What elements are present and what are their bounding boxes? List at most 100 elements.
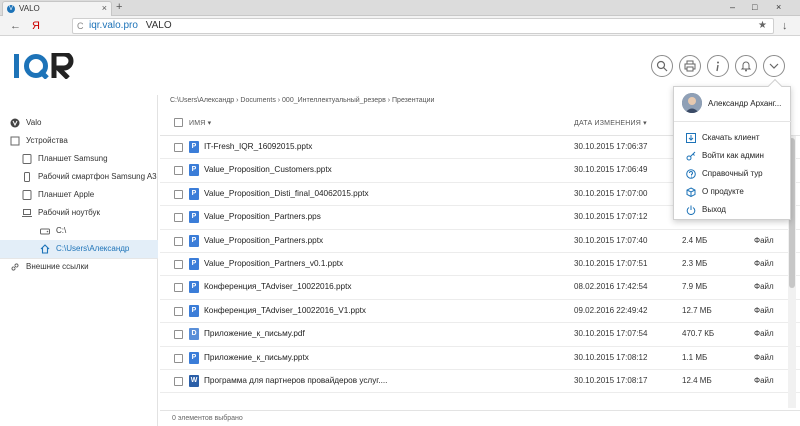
sidebar-item-label: Планшет Samsung — [38, 154, 108, 163]
info-button[interactable] — [707, 55, 729, 77]
table-row[interactable]: Приложение_к_письму.pptx 30.10.2015 17:08… — [160, 347, 800, 370]
table-row[interactable]: Конференция_TAdviser_10022016_V1.pptx 09.… — [160, 300, 800, 324]
row-checkbox[interactable] — [174, 377, 183, 386]
yandex-button[interactable]: Я — [32, 18, 40, 34]
file-size: 2.4 МБ — [682, 235, 708, 245]
close-tab-icon[interactable]: × — [102, 2, 107, 15]
sidebar-item-label: Рабочий ноутбук — [38, 208, 101, 217]
user-dropdown-menu: Александр Арханг... Скачать клиент Войти… — [673, 78, 792, 220]
menu-item-about[interactable]: О продукте — [674, 183, 792, 201]
file-icon — [189, 351, 199, 364]
file-name[interactable]: Конференция_TAdviser_10022016.pptx — [204, 282, 351, 291]
row-checkbox[interactable] — [174, 236, 183, 246]
sidebar-item-work-laptop[interactable]: Рабочий ноутбук — [0, 204, 158, 222]
browser-nav-bar: ← Я C iqr.valo.pro VALO ★ ↓ — [0, 16, 800, 36]
phone-icon — [24, 172, 30, 182]
file-name[interactable]: Приложение_к_письму.pdf — [204, 329, 305, 338]
devices-icon — [10, 136, 20, 146]
file-name[interactable]: Конференция_TAdviser_10022016_V1.pptx — [204, 306, 366, 315]
close-window-button[interactable]: × — [776, 0, 781, 15]
table-row[interactable]: Программа для партнеров провайдеров услу… — [160, 370, 800, 394]
browser-tab[interactable]: V VALO × — [2, 1, 112, 16]
file-name[interactable]: Value_Proposition_Partners.pps — [204, 212, 321, 221]
sidebar-item-valo[interactable]: Valo — [0, 114, 158, 132]
user-menu-button[interactable] — [763, 55, 785, 77]
file-size: 7.9 МБ — [682, 282, 708, 292]
status-bar: 0 элементов выбрано — [160, 410, 800, 426]
file-size: 12.7 МБ — [682, 305, 712, 315]
row-checkbox[interactable] — [174, 330, 183, 340]
table-row[interactable]: Value_Proposition_Partners_v0.1.pptx 30.1… — [160, 253, 800, 277]
file-name[interactable]: Value_Proposition_Customers.pptx — [204, 165, 332, 174]
file-date: 30.10.2015 17:07:00 — [574, 188, 648, 198]
minimize-button[interactable]: – — [730, 0, 735, 15]
column-header-date[interactable]: Дата изменения ▾ — [574, 119, 647, 127]
sidebar-item-label: C:\ — [56, 226, 67, 235]
home-icon — [40, 244, 50, 254]
address-bar[interactable]: C iqr.valo.pro VALO ★ — [72, 18, 774, 34]
column-header-name[interactable]: Имя ▾ — [189, 119, 211, 127]
file-icon — [189, 234, 199, 247]
menu-item-login-admin[interactable]: Войти как админ — [674, 147, 792, 165]
user-avatar-icon — [682, 93, 702, 113]
row-checkbox[interactable] — [174, 283, 183, 293]
sidebar-item-external-links[interactable]: Внешние ссылки — [0, 258, 158, 276]
file-type: Файл — [754, 259, 774, 268]
notifications-button[interactable] — [735, 55, 757, 77]
reload-icon[interactable]: C — [77, 19, 84, 33]
maximize-button[interactable]: □ — [752, 0, 757, 15]
address-url: iqr.valo.pro — [89, 20, 138, 31]
sidebar-item-user-folder[interactable]: C:\Users\Александр — [0, 240, 158, 258]
file-size: 12.4 МБ — [682, 376, 712, 385]
menu-item-logout[interactable]: Выход — [674, 201, 792, 219]
file-type: Файл — [754, 235, 774, 245]
row-checkbox[interactable] — [174, 166, 183, 176]
file-icon — [189, 328, 199, 341]
file-name[interactable]: Value_Proposition_Partners_v0.1.pptx — [204, 259, 343, 268]
table-row[interactable]: Value_Proposition_Partners.pptx 30.10.201… — [160, 230, 800, 253]
file-name[interactable]: Приложение_к_письму.pptx — [204, 353, 309, 362]
menu-item-download-client[interactable]: Скачать клиент — [674, 129, 792, 147]
file-date: 30.10.2015 17:07:40 — [574, 235, 648, 245]
row-checkbox[interactable] — [174, 189, 183, 199]
file-name[interactable]: Программа для партнеров провайдеров услу… — [204, 376, 387, 385]
menu-item-help-tour[interactable]: Справочный тур — [674, 165, 792, 183]
bookmark-star-icon[interactable]: ★ — [758, 19, 767, 33]
select-all-checkbox[interactable] — [174, 118, 183, 127]
file-name[interactable]: IT-Fresh_IQR_16092015.pptx — [204, 142, 312, 151]
iqr-logo[interactable] — [14, 53, 84, 79]
breadcrumb[interactable]: C:\Users\Александр › Documents › 000_Инт… — [170, 97, 434, 104]
file-icon — [189, 375, 199, 387]
table-row[interactable]: Конференция_TAdviser_10022016.pptx 08.02.… — [160, 276, 800, 300]
file-date: 30.10.2015 17:07:12 — [574, 212, 648, 222]
sidebar-item-tablet-samsung[interactable]: Планшет Samsung — [0, 150, 158, 168]
file-date: 30.10.2015 17:07:51 — [574, 259, 648, 268]
valo-favicon-icon: V — [7, 5, 15, 13]
sidebar-item-devices[interactable]: Устройства — [0, 132, 158, 150]
sidebar-item-label: Планшет Apple — [38, 190, 95, 199]
new-tab-button[interactable]: + — [116, 0, 122, 15]
file-name[interactable]: Value_Proposition_Partners.pptx — [204, 236, 323, 245]
sidebar-item-phone-samsung[interactable]: Рабочий смартфон Samsung A3 — [0, 168, 158, 186]
file-size: 2.3 МБ — [682, 259, 708, 268]
search-button[interactable] — [651, 55, 673, 77]
user-name: Александр Арханг... — [708, 99, 782, 108]
row-checkbox[interactable] — [174, 143, 183, 152]
file-date: 09.02.2016 22:49:42 — [574, 305, 648, 315]
back-button[interactable]: ← — [10, 18, 21, 34]
browser-tab-title: VALO — [19, 4, 40, 13]
file-name[interactable]: Value_Proposition_Disti_final_04062015.p… — [204, 189, 369, 198]
row-checkbox[interactable] — [174, 213, 183, 223]
file-icon — [189, 304, 199, 317]
download-icon — [686, 133, 696, 143]
address-page-title: VALO — [145, 20, 172, 31]
file-icon — [189, 211, 199, 224]
table-row[interactable]: Приложение_к_письму.pdf 30.10.2015 17:07:… — [160, 323, 800, 347]
downloads-icon[interactable]: ↓ — [782, 18, 788, 34]
row-checkbox[interactable] — [174, 260, 183, 269]
print-button[interactable] — [679, 55, 701, 77]
sidebar-item-drive-c[interactable]: C:\ — [0, 222, 158, 240]
row-checkbox[interactable] — [174, 353, 183, 363]
sidebar-item-tablet-apple[interactable]: Планшет Apple — [0, 186, 158, 204]
row-checkbox[interactable] — [174, 306, 183, 316]
